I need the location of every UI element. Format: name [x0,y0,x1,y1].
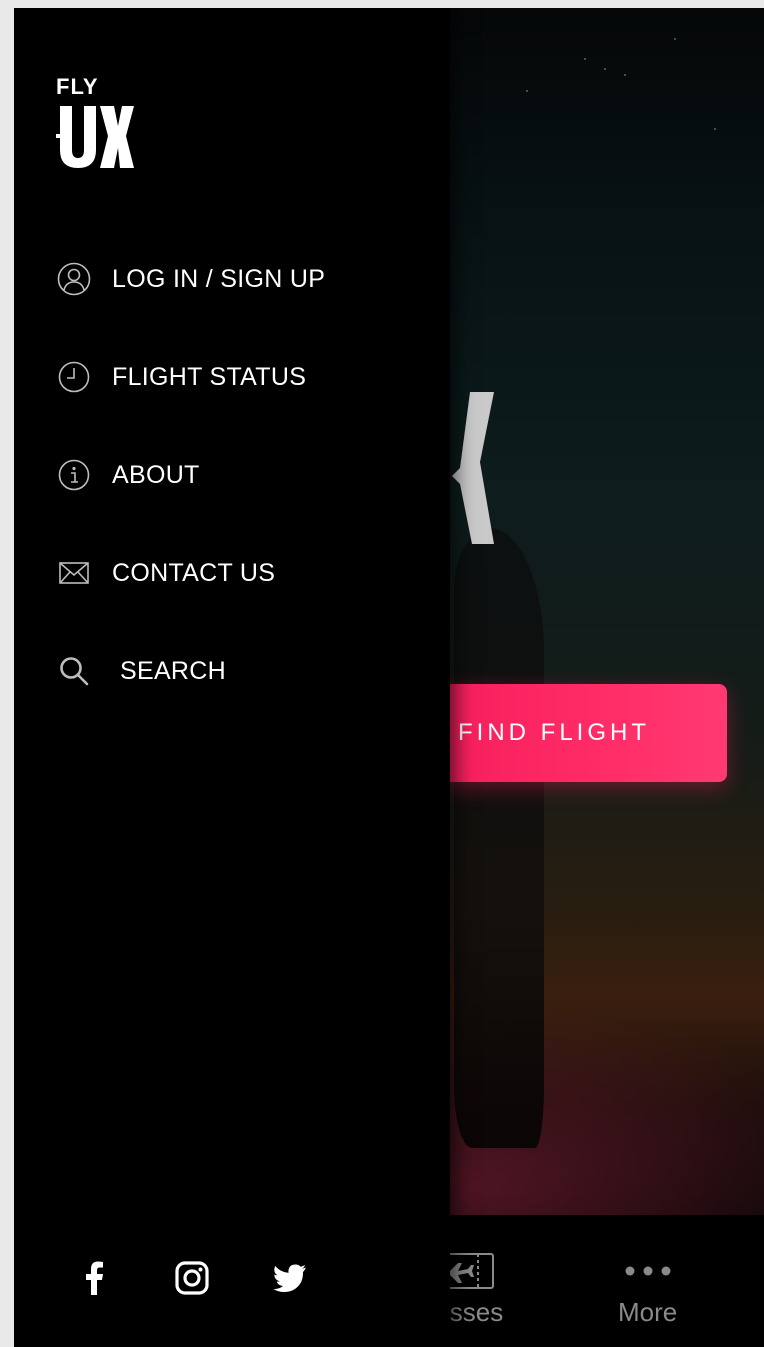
menu-item-contact[interactable]: CONTACT US [56,524,416,622]
menu-item-search[interactable]: SEARCH [56,622,416,720]
side-drawer: FLY LOG IN / SIGN UP FLIGHT STATUS ABOUT… [14,8,450,1347]
clock-icon [56,359,92,395]
logo-fragment [452,392,494,544]
facebook-icon[interactable] [76,1260,112,1296]
brand-logo[interactable]: FLY [56,74,136,175]
drawer-menu: LOG IN / SIGN UP FLIGHT STATUS ABOUT CON… [56,230,416,720]
user-circle-icon [56,261,92,297]
app-screen: FIND FLIGHT Passes More FLY LOG IN / SIG… [14,8,764,1347]
rock-silhouette [454,528,544,1148]
social-links [76,1260,308,1296]
brand-ux-mark [56,104,136,175]
envelope-icon [56,555,92,591]
brand-fly-text: FLY [56,74,99,99]
instagram-icon[interactable] [174,1260,210,1296]
menu-item-about[interactable]: ABOUT [56,426,416,524]
tab-more-label: More [618,1297,678,1327]
twitter-icon[interactable] [272,1260,308,1296]
menu-item-flight-status[interactable]: FLIGHT STATUS [56,328,416,426]
menu-item-label: FLIGHT STATUS [112,362,307,391]
menu-item-login[interactable]: LOG IN / SIGN UP [56,230,416,328]
menu-item-label: CONTACT US [112,558,276,587]
info-icon [56,457,92,493]
search-icon [56,653,92,689]
find-flight-label: FIND FLIGHT [458,719,650,746]
tab-more[interactable]: More [618,1249,677,1328]
more-dots-icon [624,1249,672,1293]
menu-item-label: SEARCH [120,656,226,685]
menu-item-label: LOG IN / SIGN UP [112,264,326,293]
find-flight-button[interactable]: FIND FLIGHT [434,684,727,782]
menu-item-label: ABOUT [112,460,200,489]
